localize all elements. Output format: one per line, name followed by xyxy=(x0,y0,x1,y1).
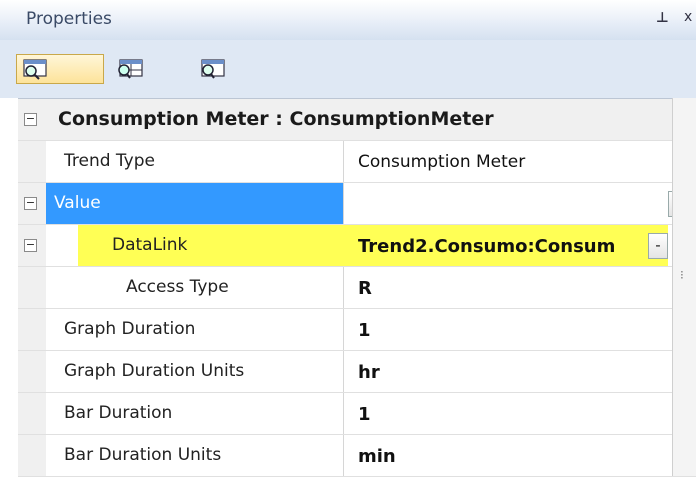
property-name: Graph Duration xyxy=(46,309,344,350)
properties-view-button[interactable] xyxy=(16,54,104,84)
property-name: Trend Type xyxy=(46,141,344,182)
row-gutter xyxy=(18,141,46,182)
property-value[interactable]: R xyxy=(344,267,690,308)
property-name-cell: DataLink xyxy=(46,225,344,266)
category-label: Consumption Meter : ConsumptionMeter xyxy=(58,108,494,130)
collapse-icon[interactable]: − xyxy=(24,239,37,252)
property-value[interactable] xyxy=(344,183,690,224)
row-gutter xyxy=(18,351,46,392)
properties-view-icon xyxy=(23,58,49,80)
panel-title-bar: Properties ⊥ x xyxy=(0,0,696,40)
property-row-value[interactable]: − Value + xyxy=(18,183,696,225)
row-gutter xyxy=(18,309,46,350)
property-name: DataLink xyxy=(78,225,344,266)
property-value[interactable]: min xyxy=(344,435,690,476)
properties-alt-icon xyxy=(198,58,226,80)
property-row-graph-duration-units[interactable]: Graph Duration Units hr xyxy=(18,351,696,393)
property-row-trend-type[interactable]: Trend Type Consumption Meter xyxy=(18,141,696,183)
property-name: Graph Duration Units xyxy=(46,351,344,392)
collapse-icon[interactable]: − xyxy=(24,113,37,126)
property-grid: − Consumption Meter : ConsumptionMeter T… xyxy=(18,98,696,477)
property-row-datalink[interactable]: − DataLink Trend2.Consumo:Consum - xyxy=(18,225,696,267)
property-row-access-type[interactable]: Access Type R xyxy=(18,267,696,309)
collapse-icon[interactable]: − xyxy=(24,197,37,210)
row-gutter xyxy=(18,393,46,434)
remove-button[interactable]: - xyxy=(648,233,668,259)
property-name: Bar Duration xyxy=(46,393,344,434)
property-name: Access Type xyxy=(46,267,344,308)
panel-title: Properties xyxy=(26,9,112,29)
property-row-graph-duration[interactable]: Graph Duration 1 xyxy=(18,309,696,351)
property-value[interactable]: hr xyxy=(344,351,690,392)
properties-panel: Properties ⊥ x − Consumption Meter: Con… xyxy=(0,0,696,477)
category-row[interactable]: − Consumption Meter : ConsumptionMeter xyxy=(18,99,696,141)
property-name: Value xyxy=(46,183,344,224)
property-value[interactable]: 1 xyxy=(344,393,690,434)
splitter-grip-icon[interactable]: ⁝ xyxy=(680,268,684,282)
property-value[interactable]: Trend2.Consumo:Consum xyxy=(344,225,668,266)
grid-scrollbar[interactable] xyxy=(672,98,696,476)
pin-icon[interactable]: ⊥ xyxy=(656,10,669,26)
row-gutter xyxy=(18,435,46,476)
row-gutter xyxy=(18,267,46,308)
properties-alt-button[interactable] xyxy=(190,54,234,84)
close-icon[interactable]: x xyxy=(684,9,692,25)
add-properties-icon xyxy=(116,58,144,80)
properties-toolbar xyxy=(0,40,696,98)
property-value[interactable]: Consumption Meter xyxy=(344,141,690,182)
property-row-bar-duration[interactable]: Bar Duration 1 xyxy=(18,393,696,435)
property-name: Bar Duration Units xyxy=(46,435,344,476)
add-properties-button[interactable] xyxy=(108,54,152,84)
property-row-bar-duration-units[interactable]: Bar Duration Units min xyxy=(18,435,696,477)
property-value[interactable]: 1 xyxy=(344,309,690,350)
